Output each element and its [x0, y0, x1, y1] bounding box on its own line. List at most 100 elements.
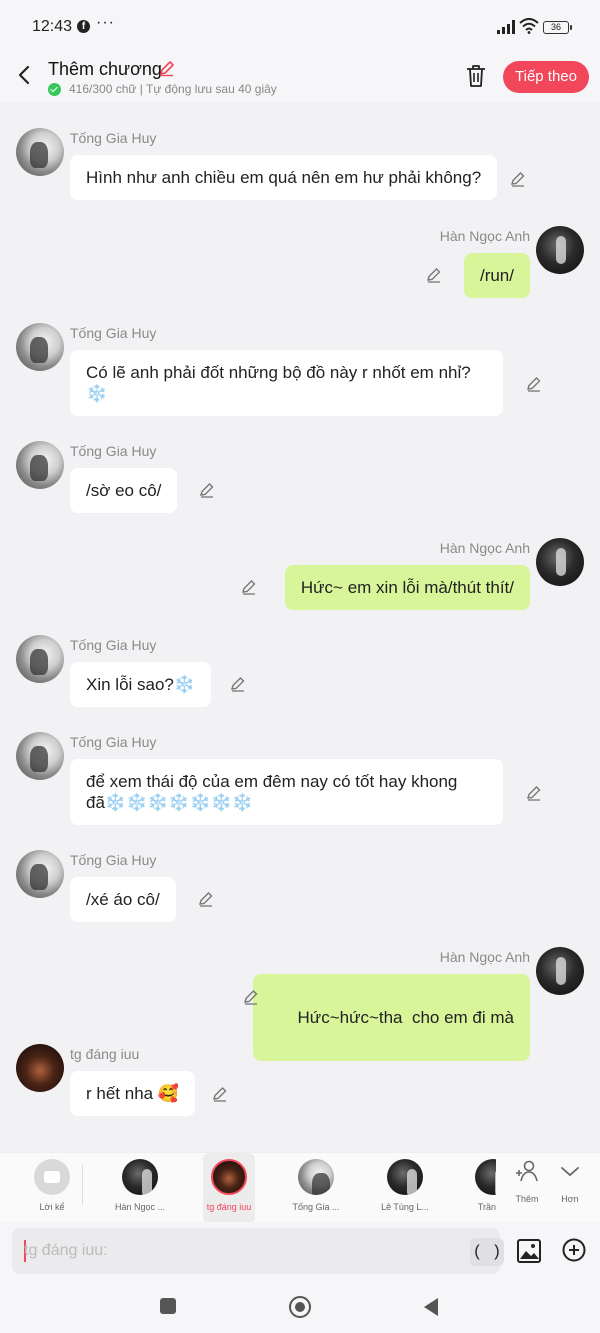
character-item[interactable]: Lê Tùng L... — [370, 1153, 440, 1223]
character-label: Trần — [477, 1202, 496, 1212]
back-nav-icon[interactable] — [424, 1298, 438, 1316]
add-label: Thêm — [515, 1194, 539, 1204]
avatar[interactable] — [16, 850, 64, 898]
autosave-text: 416/300 chữ | Tự động lưu sau 40 giây — [69, 82, 277, 96]
edit-message-icon[interactable] — [198, 481, 216, 499]
status-time: 12:43 — [32, 18, 73, 35]
message-bubble[interactable]: Hức~ em xin lỗi mà/thút thít/ — [284, 565, 530, 610]
sender-name: Tống Gia Huy — [70, 443, 157, 459]
character-narrator[interactable]: Lời kể — [17, 1153, 87, 1223]
sender-name: Tống Gia Huy — [70, 637, 157, 653]
narrator-icon — [34, 1159, 70, 1195]
avatar — [211, 1159, 247, 1195]
message-text: /run/ — [479, 266, 514, 285]
edit-message-icon[interactable] — [197, 890, 215, 908]
back-arrow-icon[interactable] — [14, 64, 36, 86]
avatar[interactable] — [16, 732, 64, 780]
add-character-button[interactable]: Thêm — [507, 1159, 547, 1204]
message-text: để xem thái độ của em đêm nay có tốt hay… — [86, 772, 458, 791]
character-item-selected[interactable]: tg đáng iuu — [203, 1153, 255, 1223]
avatar[interactable] — [16, 1044, 64, 1092]
facebook-icon: f — [77, 20, 90, 33]
message-text-line2: đã❄️❄️❄️❄️❄️❄️❄️ — [86, 793, 254, 812]
action-parentheses-button[interactable]: ( ) — [470, 1238, 504, 1266]
message-text: /xé áo cô/ — [86, 890, 160, 909]
edit-message-icon[interactable] — [525, 784, 543, 802]
edit-message-icon[interactable] — [240, 578, 258, 596]
edit-message-icon[interactable] — [211, 1085, 229, 1103]
saved-check-icon — [48, 82, 61, 96]
character-item[interactable]: Trần — [458, 1153, 496, 1223]
home-icon[interactable] — [289, 1296, 311, 1318]
edit-message-icon[interactable] — [525, 375, 543, 393]
system-nav-bar — [0, 1282, 600, 1333]
sender-name: Hàn Ngọc Anh — [439, 949, 530, 965]
avatar[interactable] — [536, 226, 584, 274]
avatar[interactable] — [16, 323, 64, 371]
character-item[interactable]: Tống Gia ... — [281, 1153, 351, 1223]
next-button[interactable]: Tiếp theo — [503, 61, 589, 93]
page-title: Thêm chương — [48, 59, 162, 79]
status-bar: 12:43 f ··· 36 — [0, 0, 600, 52]
word-count-status: 416/300 chữ | Tự động lưu sau 40 giây — [48, 82, 277, 96]
edit-message-icon[interactable] — [242, 988, 260, 1006]
composer: ( ) — [0, 1222, 600, 1282]
message-input-box[interactable]: ( ) — [12, 1228, 504, 1274]
message-text: Có lẽ anh phải đốt những bộ đồ này r nhố… — [86, 363, 471, 382]
avatar[interactable] — [536, 947, 584, 995]
character-item[interactable]: Hàn Ngọc ... — [105, 1153, 175, 1223]
avatar — [475, 1159, 496, 1195]
message-input[interactable] — [24, 1228, 454, 1274]
message-bubble[interactable]: /xé áo cô/ — [70, 877, 176, 922]
more-label: Hơn — [561, 1194, 579, 1204]
sender-name: Tống Gia Huy — [70, 130, 157, 146]
message-bubble[interactable]: Hình như anh chiều em quá nên em hư phải… — [70, 155, 498, 200]
chevron-down-icon — [561, 1167, 579, 1177]
edit-title-icon[interactable] — [158, 59, 176, 77]
wifi-icon — [519, 18, 539, 34]
chat-area[interactable]: Tống Gia Huy Hình như anh chiều em quá n… — [0, 102, 600, 1152]
more-notifications-icon: ··· — [96, 14, 115, 31]
message-bubble[interactable]: Xin lỗi sao?❄️ — [70, 662, 212, 707]
character-label: Hàn Ngọc ... — [114, 1202, 166, 1212]
avatar — [387, 1159, 423, 1195]
plus-circle-icon[interactable] — [562, 1238, 586, 1262]
edit-message-icon[interactable] — [425, 266, 443, 284]
sender-name: Tống Gia Huy — [70, 734, 157, 750]
message-text: Hức~hức~tha cho em đi mà — [297, 1008, 514, 1027]
recent-apps-icon[interactable] — [160, 1298, 176, 1314]
message-bubble[interactable]: Hức~hức~tha cho em đi mà — [253, 974, 530, 1061]
message-text: Xin lỗi sao?❄️ — [86, 675, 196, 694]
character-selector: Lời kể Hàn Ngọc ... tg đáng iuu Tống Gia… — [0, 1152, 600, 1223]
avatar[interactable] — [16, 128, 64, 176]
battery-icon: 36 — [543, 21, 572, 34]
trash-icon[interactable] — [465, 64, 487, 88]
edit-message-icon[interactable] — [509, 170, 527, 188]
character-label: tg đáng iuu — [206, 1202, 252, 1212]
top-bar: Thêm chương 416/300 chữ | Tự động lưu sa… — [0, 52, 600, 102]
add-person-icon — [516, 1160, 538, 1182]
message-bubble[interactable]: /sờ eo cô/ — [70, 468, 178, 513]
sender-name: tg đáng iuu — [70, 1046, 140, 1062]
signal-icon — [497, 20, 515, 34]
message-text-line2: ❄️ — [86, 384, 108, 403]
avatar[interactable] — [16, 441, 64, 489]
edit-message-icon[interactable] — [229, 675, 247, 693]
avatar — [298, 1159, 334, 1195]
divider — [82, 1165, 83, 1205]
message-bubble[interactable]: để xem thái độ của em đêm nay có tốt hay… — [70, 759, 503, 825]
message-text: Hình như anh chiều em quá nên em hư phải… — [86, 168, 482, 187]
avatar[interactable] — [536, 538, 584, 586]
message-bubble[interactable]: r hết nha 🥰 — [70, 1071, 195, 1116]
sender-name: Tống Gia Huy — [70, 325, 157, 341]
message-text: Hức~ em xin lỗi mà/thút thít/ — [300, 578, 514, 597]
more-characters-button[interactable]: Hơn — [550, 1159, 590, 1204]
image-icon[interactable] — [516, 1238, 542, 1264]
sender-name: Hàn Ngọc Anh — [439, 228, 530, 244]
sender-name: Hàn Ngọc Anh — [439, 540, 530, 556]
message-text: r hết nha 🥰 — [86, 1084, 179, 1103]
message-text: /sờ eo cô/ — [86, 481, 162, 500]
message-bubble[interactable]: Có lẽ anh phải đốt những bộ đồ này r nhố… — [70, 350, 503, 416]
avatar[interactable] — [16, 635, 64, 683]
message-bubble[interactable]: /run/ — [463, 253, 530, 298]
